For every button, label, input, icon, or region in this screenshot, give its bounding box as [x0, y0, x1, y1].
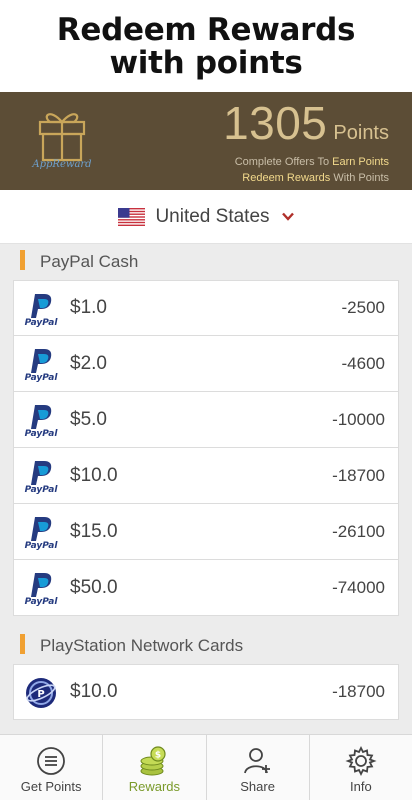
svg-text:PayPal: PayPal: [25, 429, 59, 438]
section-title-paypal: PayPal Cash: [0, 244, 412, 280]
tab-label: Share: [240, 779, 275, 794]
reward-cost: -4600: [341, 353, 385, 373]
svg-text:P: P: [37, 689, 44, 700]
rewards-list: PayPal Cash PayPal $1.0 -2500 PayPal $2.…: [0, 244, 412, 734]
svg-text:PayPal: PayPal: [25, 541, 59, 550]
paypal-icon: PayPal: [25, 349, 59, 382]
list-icon: [37, 747, 66, 775]
tab-rewards[interactable]: $ Rewards: [103, 735, 207, 800]
svg-text:$: $: [155, 751, 161, 761]
reward-cost: -26100: [332, 521, 385, 541]
points-label: Points: [333, 122, 389, 144]
reward-amount: $10.0: [70, 681, 118, 702]
banner-subtitle-1: Complete Offers To Earn Points: [235, 156, 389, 168]
reward-cost: -2500: [341, 298, 385, 317]
reward-amount: $1.0: [70, 297, 107, 318]
svg-text:PayPal: PayPal: [25, 597, 59, 606]
gear-icon: [345, 745, 377, 777]
country-selector[interactable]: United States: [0, 190, 412, 244]
promo-header: Redeem Rewards with points: [0, 0, 412, 92]
paypal-icon: PayPal: [25, 405, 59, 438]
svg-text:PayPal: PayPal: [25, 373, 59, 382]
paypal-icon: PayPal: [25, 294, 59, 327]
reward-amount: $5.0: [70, 408, 107, 430]
app-logo-text: AppReward: [32, 159, 92, 170]
banner-subtitle-1-highlight: Earn Points: [332, 156, 389, 168]
add-user-icon: [243, 748, 270, 774]
reward-cost: -10000: [332, 409, 385, 429]
tab-info[interactable]: Info: [310, 735, 412, 800]
country-name: United States: [155, 205, 270, 227]
section-marker: [20, 634, 25, 654]
reward-row[interactable]: P $10.0 -18700: [13, 664, 399, 720]
reward-row[interactable]: PayPal $15.0 -26100: [13, 504, 399, 560]
reward-amount: $15.0: [70, 520, 118, 542]
banner-subtitle-2-text: With Points: [330, 172, 389, 184]
points-display: 1305 Points: [223, 96, 389, 150]
reward-cost: -74000: [332, 577, 385, 597]
reward-amount: $50.0: [70, 576, 118, 598]
tab-label: Rewards: [128, 779, 181, 794]
section-marker: [20, 250, 25, 270]
reward-amount: $2.0: [70, 352, 107, 374]
reward-cost: -18700: [332, 465, 385, 485]
paypal-icon: PayPal: [25, 573, 59, 606]
svg-text:PayPal: PayPal: [25, 318, 59, 327]
section-title-text: PlayStation Network Cards: [40, 636, 244, 655]
tab-label: Info: [350, 779, 372, 794]
points-value: 1305: [223, 97, 328, 149]
reward-row[interactable]: PayPal $50.0 -74000: [13, 560, 399, 616]
tab-get-points[interactable]: Get Points: [0, 735, 104, 800]
banner-subtitle-2-highlight: Redeem Rewards: [242, 172, 331, 184]
reward-row[interactable]: PayPal $2.0 -4600: [13, 336, 399, 392]
playstation-network-icon: P: [26, 678, 56, 708]
bottom-tab-bar: Get Points $ Rewards Share Info: [0, 734, 412, 800]
us-flag-icon: [118, 207, 146, 226]
paypal-icon: PayPal: [25, 517, 59, 550]
paypal-icon: PayPal: [25, 461, 59, 494]
reward-row[interactable]: PayPal $5.0 -10000: [13, 392, 399, 448]
chevron-down-icon: [281, 212, 294, 221]
banner-subtitle-1-text: Complete Offers To: [234, 156, 333, 168]
reward-row[interactable]: PayPal $10.0 -18700: [13, 448, 399, 504]
tab-label: Get Points: [20, 779, 82, 794]
section-title-text: PayPal Cash: [40, 252, 139, 271]
promo-title-line1: Redeem Rewards: [56, 12, 356, 48]
coins-icon: $: [140, 746, 166, 776]
banner-subtitle-2: Redeem Rewards With Points: [242, 172, 389, 184]
reward-amount: $10.0: [70, 464, 118, 486]
promo-title-line2: with points: [109, 45, 303, 81]
tab-share[interactable]: Share: [207, 735, 310, 800]
points-banner: AppReward 1305 Points Complete Offers To …: [0, 92, 412, 190]
reward-row[interactable]: PayPal $1.0 -2500: [13, 280, 399, 336]
svg-text:PayPal: PayPal: [25, 485, 59, 494]
section-title-playstation: PlayStation Network Cards: [0, 628, 412, 664]
reward-cost: -18700: [332, 682, 385, 701]
